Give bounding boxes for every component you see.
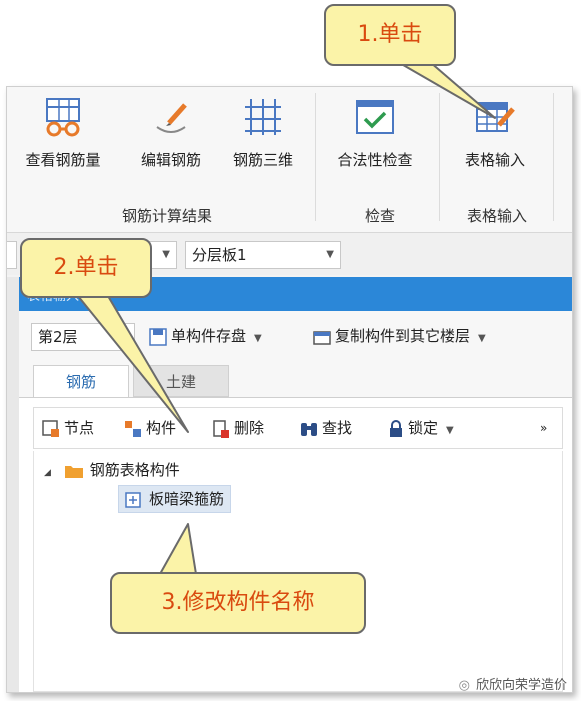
callout-2: 2.单击 [20,238,152,298]
callout-1: 1.单击 [324,4,456,66]
callout-2-pointer [77,295,189,433]
callout-2-text: 2.单击 [53,255,119,280]
callout-3: 3.修改构件名称 [110,572,366,634]
callout-1-text: 1.单击 [357,22,423,47]
callout-3-text: 3.修改构件名称 [161,590,315,615]
callout-1-pointer [397,61,496,119]
watermark: ◎ 欣欣向荣学造价 [459,674,567,693]
callout-3-pointer [159,523,197,575]
watermark-text: 欣欣向荣学造价 [475,678,567,693]
wechat-icon: ◎ [458,678,470,693]
